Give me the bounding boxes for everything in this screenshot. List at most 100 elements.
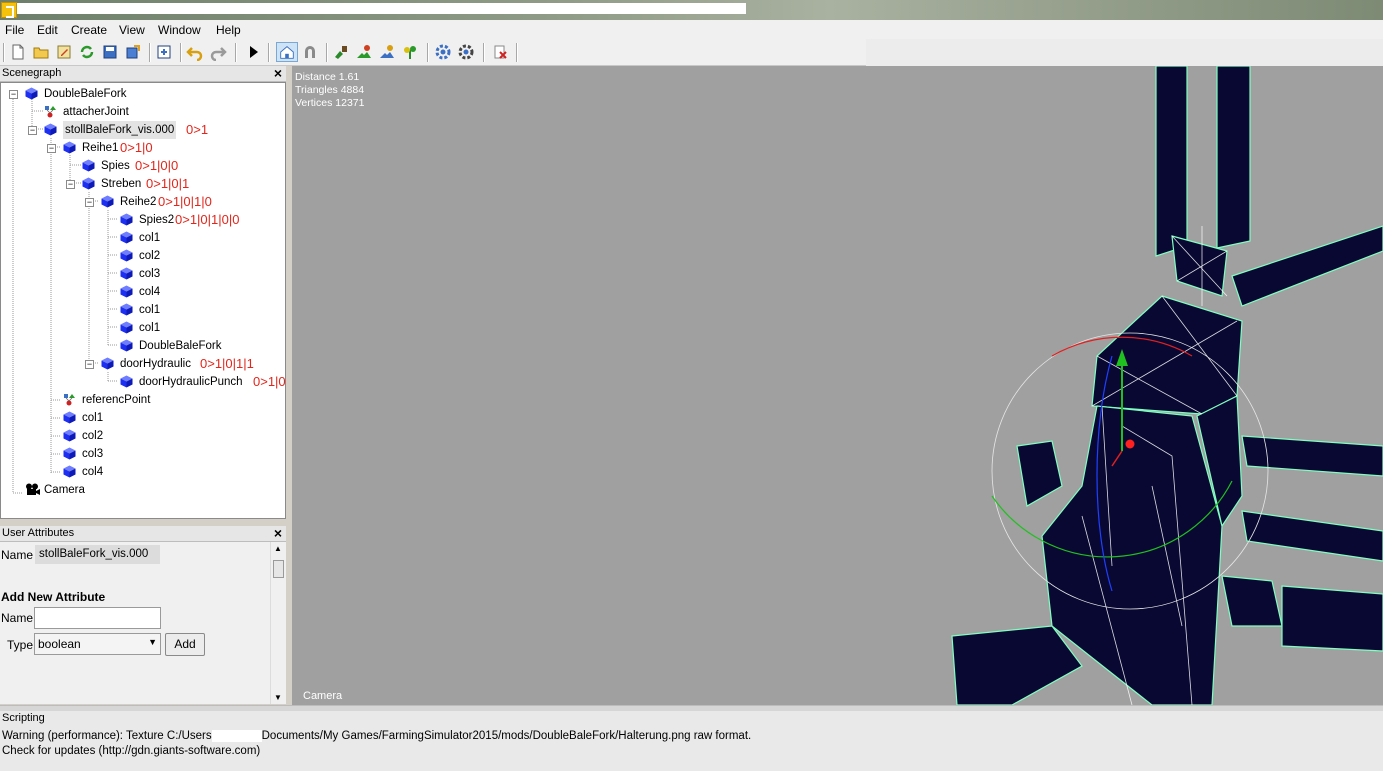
new-attribute-name-input[interactable] (34, 607, 161, 629)
delete-icon[interactable] (491, 43, 509, 61)
name-value: stollBaleFork_vis.000 (35, 545, 160, 564)
scripting-title: Scripting (2, 712, 45, 724)
toolbar-separator (516, 43, 518, 62)
collapse-toggle-icon[interactable]: − (47, 144, 56, 153)
attributes-scrollbar[interactable]: ▲ ▼ (270, 542, 286, 704)
log-line: Check for updates (http://gdn.giants-sof… (2, 745, 261, 757)
tree-node-label: col1 (139, 304, 161, 316)
cube-icon (63, 465, 76, 478)
distance-readout: Distance 1.61 (295, 71, 360, 83)
plant-icon[interactable] (401, 43, 419, 61)
menu-window[interactable]: Window (158, 23, 201, 37)
scenegraph-title: Scenegraph (2, 67, 62, 79)
add-attribute-heading: Add New Attribute (1, 590, 106, 604)
foliage-paint-icon[interactable] (378, 43, 396, 61)
triangles-readout: Triangles 4884 (295, 84, 365, 96)
collapse-toggle-icon[interactable]: − (85, 360, 94, 369)
type-select[interactable]: boolean ▼ (34, 633, 161, 655)
cube-icon (25, 87, 38, 100)
window-title-redacted (17, 3, 746, 14)
scripting-panel: Scripting Warning (performance): Texture… (0, 711, 1383, 771)
main-toolbar (0, 39, 866, 66)
type-select-value: boolean (38, 637, 81, 651)
cube-icon (101, 357, 114, 370)
toolbar-grip (3, 43, 5, 62)
transform-group-icon (63, 393, 76, 406)
undo-icon[interactable] (186, 43, 204, 61)
close-icon[interactable]: × (274, 525, 282, 541)
viewport-stats: Distance 1.61 Triangles 4884 Vertices 12… (295, 71, 364, 110)
collapse-toggle-icon[interactable]: − (66, 180, 75, 189)
mesh-wireframe (951, 66, 1383, 705)
menu-edit[interactable]: Edit (37, 23, 58, 37)
play-icon[interactable] (244, 43, 262, 61)
new-name-label: Name (1, 611, 34, 625)
tree-node-label: attacherJoint (63, 106, 129, 118)
cube-icon (44, 123, 57, 136)
cube-icon (120, 285, 133, 298)
name-label: Name (1, 548, 34, 562)
redo-icon[interactable] (209, 43, 227, 61)
tree-node-label: Reihe1 (82, 142, 119, 154)
tree-node-label: DoubleBaleFork (139, 340, 222, 352)
app-logo-icon (1, 2, 17, 18)
tree-node-label: col4 (82, 466, 104, 478)
open-folder-icon[interactable] (32, 43, 50, 61)
tree-node-label: col3 (139, 268, 161, 280)
tree-node-label: col1 (139, 232, 161, 244)
toolbar-empty-area (866, 39, 1383, 66)
export-icon[interactable] (124, 43, 142, 61)
menu-view[interactable]: View (119, 23, 145, 37)
tree-node-label: DoubleBaleFork (44, 88, 127, 100)
log-text: Documents/My Games/FarmingSimulator2015/… (261, 730, 752, 742)
tree-node-label: Spies (101, 160, 130, 172)
new-file-icon[interactable] (9, 43, 27, 61)
log-text: Warning (performance): Texture C:/Users (2, 730, 212, 742)
vertices-readout: Vertices 12371 (295, 97, 365, 109)
cube-icon (82, 159, 95, 172)
user-attributes-header: User Attributes × (0, 525, 286, 542)
camera-icon (25, 483, 40, 496)
collapse-toggle-icon[interactable]: − (28, 126, 37, 135)
terrain-paint-icon[interactable] (355, 43, 373, 61)
collapse-toggle-icon[interactable]: − (9, 90, 18, 99)
toolbar-separator (235, 43, 237, 62)
tree-node-label: col2 (139, 250, 161, 262)
cube-icon (120, 249, 133, 262)
scroll-up-icon[interactable]: ▲ (274, 544, 282, 553)
collapse-toggle-icon[interactable]: − (85, 198, 94, 207)
menu-create[interactable]: Create (71, 23, 107, 37)
tree-node-label: doorHydraulicPunch (139, 376, 243, 388)
settings-gear-alt-icon[interactable] (457, 43, 475, 61)
tree-node-label: Spies2 (139, 214, 175, 226)
tree-node-label: col4 (139, 286, 161, 298)
menu-help[interactable]: Help (216, 23, 241, 37)
paint-icon[interactable] (332, 43, 350, 61)
magnet-icon[interactable] (301, 43, 319, 61)
close-icon[interactable]: × (274, 65, 282, 81)
tree-node-label: col1 (139, 322, 161, 334)
import-icon[interactable] (155, 43, 173, 61)
menu-file[interactable]: File (5, 23, 24, 37)
index-path-annotation: 0>1 (186, 122, 209, 137)
cube-icon (63, 447, 76, 460)
scroll-thumb[interactable] (273, 560, 284, 578)
scenegraph-tree[interactable]: − DoubleBaleFork attacherJoint − stollBaleFo… (0, 82, 317, 519)
user-attributes-panel: Name stollBaleFork_vis.000 Add New Attri… (0, 542, 286, 704)
scripting-log[interactable]: Warning (performance): Texture C:/Users D… (2, 729, 751, 759)
menu-bar: File Edit Create View Window Help (0, 20, 1383, 39)
edit-icon[interactable] (55, 43, 73, 61)
home-view-icon[interactable] (276, 42, 298, 62)
scroll-down-icon[interactable]: ▼ (274, 693, 282, 702)
tree-node-label: Camera (44, 484, 85, 496)
index-path-annotation: 0>1|0 (120, 140, 153, 155)
index-path-annotation: 0>1|0|1|0|0 (175, 212, 240, 227)
chevron-down-icon: ▼ (148, 637, 157, 647)
tree-node-label: col3 (82, 448, 104, 460)
add-button[interactable]: Add (165, 633, 205, 656)
settings-gear-icon[interactable] (434, 43, 452, 61)
cube-icon (120, 303, 133, 316)
save-icon[interactable] (101, 43, 119, 61)
3d-viewport[interactable]: Distance 1.61 Triangles 4884 Vertices 12… (292, 66, 1383, 705)
refresh-icon[interactable] (78, 43, 96, 61)
